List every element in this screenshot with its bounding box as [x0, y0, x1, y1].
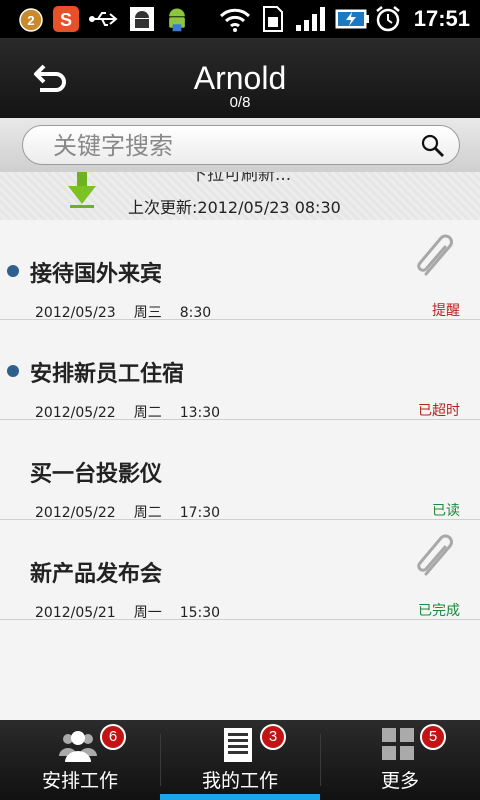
task-status: 已读	[432, 503, 460, 519]
list-item[interactable]: 接待国外来宾 2012/05/23 周三 8:30 提醒	[0, 220, 480, 322]
android-debug-icon	[130, 7, 154, 31]
grid-icon	[382, 728, 414, 760]
notification-badge-icon: 2	[19, 8, 43, 32]
tab-more[interactable]: 5 更多	[320, 720, 480, 800]
task-title: 接待国外来宾	[30, 262, 163, 287]
tab-badge: 3	[260, 724, 286, 750]
tab-badge: 6	[100, 724, 126, 750]
task-weekday: 周二	[133, 505, 162, 521]
list-item[interactable]: 买一台投影仪 2012/05/22 周二 17:30 已读	[0, 420, 480, 522]
search-bar	[0, 118, 480, 172]
tab-my-work[interactable]: 3 我的工作	[160, 720, 320, 800]
usb-icon	[89, 12, 118, 26]
notification-count: 2	[27, 13, 34, 28]
task-list: 接待国外来宾 2012/05/23 周三 8:30 提醒 安排新员工住宿 2012/…	[0, 220, 480, 622]
pull-to-refresh-text: 下拉可刷新...	[190, 172, 292, 185]
task-title: 新产品发布会	[30, 562, 163, 587]
task-date-value: 2012/05/23	[35, 305, 116, 321]
unread-dot	[7, 265, 19, 277]
status-bar: 2 S 17:51	[0, 0, 480, 38]
task-date-value: 2012/05/22	[35, 405, 116, 421]
task-date-value: 2012/05/22	[35, 505, 116, 521]
list-empty-area	[0, 620, 480, 720]
title-bar: Arnold 0/8	[0, 38, 480, 118]
page-subtitle: 0/8	[229, 94, 251, 111]
last-update-text: 上次更新:2012/05/23 08:30	[128, 198, 341, 217]
task-status: 已完成	[418, 603, 460, 619]
unread-dot	[7, 365, 19, 377]
task-title: 买一台投影仪	[30, 462, 163, 487]
svg-text:S: S	[60, 10, 72, 30]
wifi-icon	[219, 8, 251, 32]
task-status: 提醒	[432, 303, 460, 319]
search-box[interactable]	[22, 125, 460, 165]
task-date: 2012/05/22 周二 13:30	[35, 402, 238, 422]
list-item[interactable]: 新产品发布会 2012/05/21 周一 15:30 已完成	[0, 520, 480, 622]
sogou-input-icon: S	[53, 6, 79, 32]
sim-icon	[263, 6, 283, 32]
task-date: 2012/05/21 周一 15:30	[35, 602, 238, 622]
search-input[interactable]	[53, 132, 413, 160]
list-item[interactable]: 安排新员工住宿 2012/05/22 周二 13:30 已超时	[0, 320, 480, 422]
battery-charging-icon	[335, 9, 369, 29]
document-icon	[224, 728, 252, 762]
search-icon[interactable]	[421, 134, 445, 158]
tab-label: 我的工作	[201, 770, 278, 792]
people-icon	[59, 731, 97, 762]
task-date: 2012/05/22 周二 17:30	[35, 502, 238, 522]
pull-down-arrow-icon	[68, 172, 96, 208]
signal-icon	[296, 7, 325, 31]
android-app-icon	[169, 8, 185, 32]
task-weekday: 周二	[133, 405, 162, 421]
attachment-icon	[417, 234, 453, 276]
tab-badge: 5	[420, 724, 446, 750]
task-time: 8:30	[179, 305, 212, 321]
task-time: 17:30	[179, 505, 221, 521]
tab-label: 更多	[380, 770, 419, 792]
active-tab-indicator	[160, 794, 320, 800]
bottom-tab-bar: 6 安排工作 3 我的工作 5 更多	[0, 720, 480, 800]
task-date-value: 2012/05/21	[35, 605, 116, 621]
task-title: 安排新员工住宿	[30, 362, 185, 387]
task-time: 13:30	[179, 405, 221, 421]
tab-arrange-work[interactable]: 6 安排工作	[0, 720, 160, 800]
clock: 17:51	[413, 6, 470, 31]
tab-label: 安排工作	[41, 770, 118, 792]
page-title: Arnold	[193, 60, 287, 96]
attachment-icon	[417, 534, 453, 576]
task-date: 2012/05/23 周三 8:30	[35, 302, 229, 322]
task-status: 已超时	[418, 403, 460, 419]
task-time: 15:30	[179, 605, 221, 621]
task-weekday: 周三	[133, 305, 162, 321]
task-weekday: 周一	[133, 605, 162, 621]
alarm-icon	[376, 6, 400, 32]
pull-to-refresh: 下拉可刷新... 上次更新:2012/05/23 08:30	[0, 172, 480, 220]
